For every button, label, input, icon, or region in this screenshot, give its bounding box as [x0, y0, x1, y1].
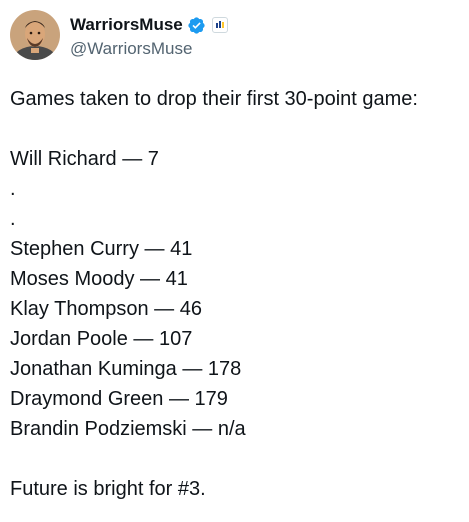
- avatar[interactable]: [10, 10, 60, 60]
- user-names: WarriorsMuse @WarriorsMuse: [70, 14, 228, 60]
- dot-line: .: [10, 208, 16, 230]
- dot-line: .: [10, 178, 16, 200]
- entry-line: Jordan Poole — 107: [10, 328, 193, 350]
- verified-badge-icon: [187, 16, 206, 35]
- name-row: WarriorsMuse: [70, 14, 228, 36]
- affiliate-badge-icon[interactable]: [211, 17, 228, 33]
- tweet: WarriorsMuse @WarriorsMuse Games taken t…: [0, 0, 469, 522]
- display-name[interactable]: WarriorsMuse: [70, 15, 183, 35]
- first-entry-line: Will Richard — 7: [10, 148, 159, 170]
- entry-line: Jonathan Kuminga — 178: [10, 358, 242, 380]
- entry-line: Draymond Green — 179: [10, 388, 228, 410]
- user-handle[interactable]: @WarriorsMuse: [70, 38, 228, 60]
- intro-line: Games taken to drop their first 30-point…: [10, 88, 418, 110]
- entry-line: Klay Thompson — 46: [10, 298, 202, 320]
- entry-line: Moses Moody — 41: [10, 268, 188, 290]
- tweet-text: Games taken to drop their first 30-point…: [10, 84, 460, 504]
- tweet-header: WarriorsMuse @WarriorsMuse: [10, 10, 228, 62]
- entry-line: Brandin Podziemski — n/a: [10, 418, 246, 440]
- closing-line: Future is bright for #3.: [10, 478, 206, 500]
- entry-line: Stephen Curry — 41: [10, 238, 193, 260]
